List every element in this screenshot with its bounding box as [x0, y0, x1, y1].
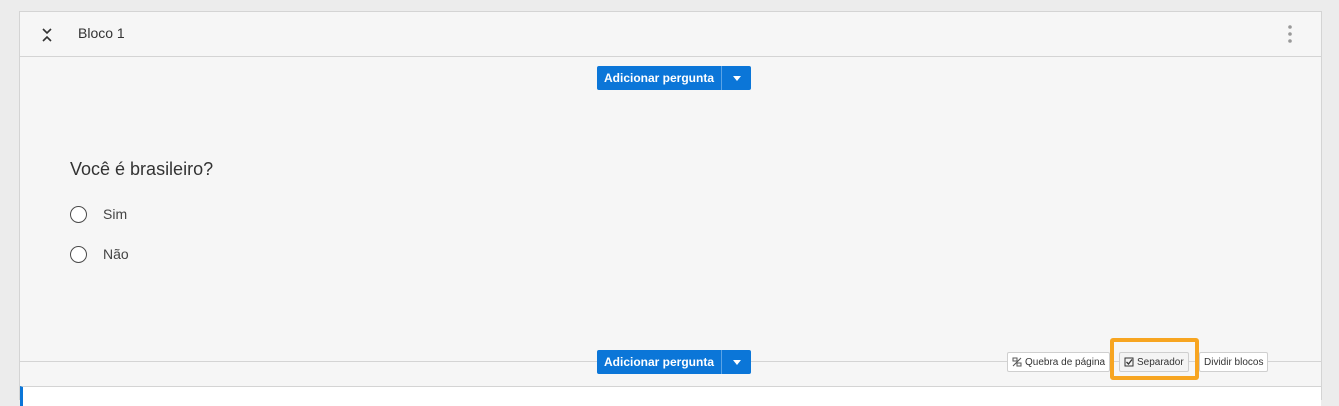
choice-item[interactable]: Sim [70, 205, 127, 223]
choice-label: Sim [103, 206, 128, 222]
add-question-label[interactable]: Adicionar pergunta [597, 66, 723, 90]
question-text[interactable]: Você é brasileiro? [70, 159, 213, 180]
split-blocks-button[interactable]: Dividir blocos [1199, 352, 1269, 372]
add-question-dropdown[interactable] [722, 66, 751, 90]
collapse-chevrons-icon[interactable] [39, 25, 55, 45]
caret-down-icon [732, 359, 741, 365]
checkbox-checked-icon [1124, 357, 1134, 367]
choice-label: Não [103, 246, 129, 262]
add-question-button-bottom[interactable]: Adicionar pergunta [597, 350, 752, 374]
block-header: Bloco 1 [20, 12, 1321, 57]
split-blocks-label: Dividir blocos [1204, 356, 1264, 368]
page-break-button[interactable]: Quebra de página [1007, 352, 1111, 372]
radio-button[interactable] [70, 205, 87, 223]
page-break-label: Quebra de página [1025, 356, 1106, 368]
separator-button[interactable]: Separador [1119, 352, 1189, 372]
add-question-label[interactable]: Adicionar pergunta [597, 350, 723, 374]
radio-button[interactable] [70, 245, 87, 263]
block-title: Bloco 1 [78, 25, 125, 41]
kebab-menu-icon[interactable] [1287, 24, 1293, 44]
caret-down-icon [732, 75, 741, 81]
survey-block: Bloco 1 Adicionar pergunta Você é brasil… [19, 11, 1322, 406]
add-question-dropdown[interactable] [722, 350, 751, 374]
page-break-icon [1012, 357, 1022, 367]
separator-label: Separador [1137, 356, 1184, 368]
next-block [20, 386, 1321, 406]
choice-item[interactable]: Não [70, 245, 129, 263]
add-question-button-top[interactable]: Adicionar pergunta [597, 66, 752, 90]
